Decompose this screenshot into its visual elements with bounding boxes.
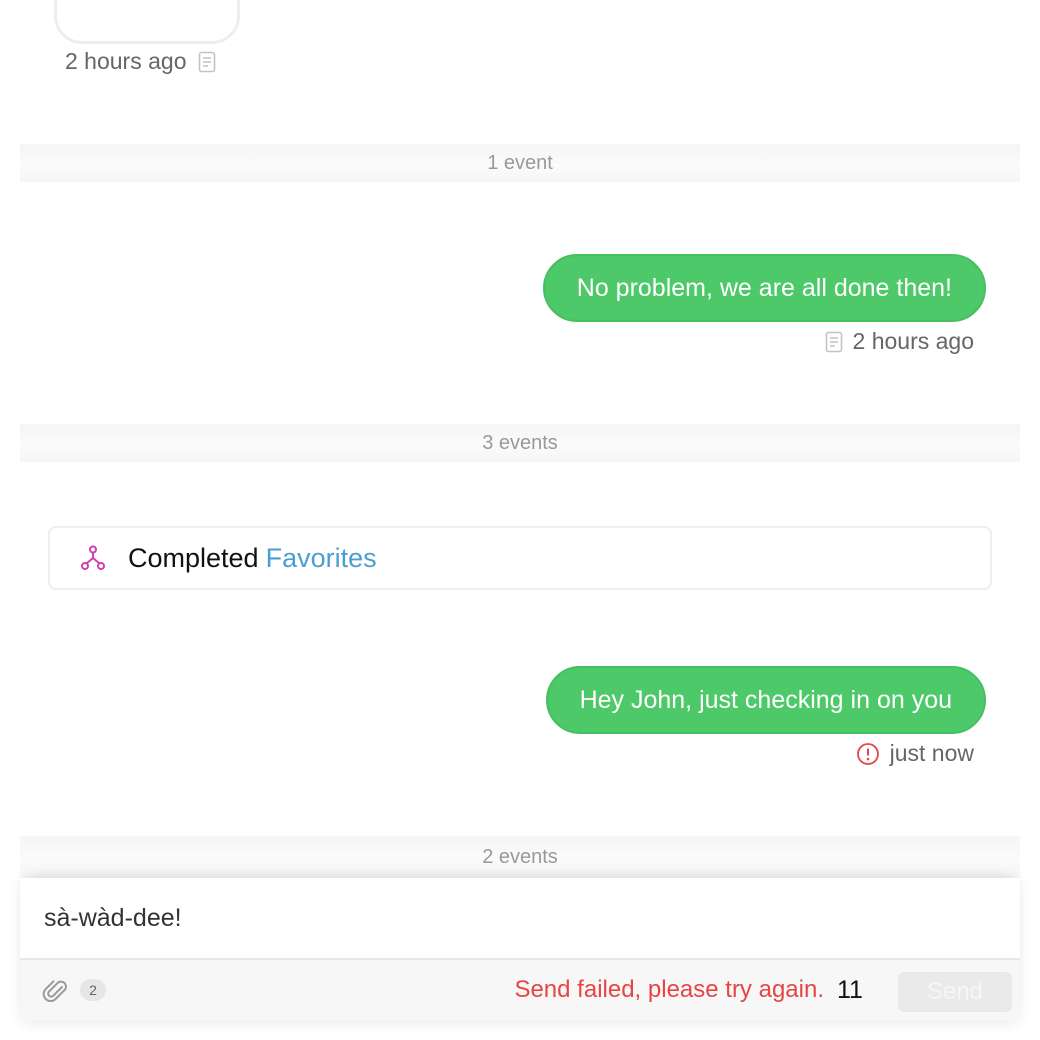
send-error-message: Send failed, please try again.	[514, 976, 824, 1003]
event-count-label: 3 events	[482, 431, 558, 454]
event-count-band[interactable]: 3 events	[20, 424, 1020, 462]
event-status-text: Completed	[128, 542, 259, 573]
message-meta: 2 hours ago	[65, 48, 218, 75]
workflow-link[interactable]: Favorites	[266, 543, 377, 574]
workflow-icon	[80, 545, 106, 571]
attachment-count-badge: 2	[80, 979, 106, 1001]
error-icon[interactable]	[856, 742, 880, 766]
document-icon[interactable]	[823, 331, 845, 353]
document-icon[interactable]	[196, 51, 218, 73]
message-text: Hey John, just checking in on you	[579, 685, 952, 714]
incoming-message-bubble	[54, 0, 240, 44]
event-count-band[interactable]: 2 events	[20, 836, 1020, 878]
message-meta: 2 hours ago	[823, 328, 974, 355]
message-text: No problem, we are all done then!	[576, 273, 952, 302]
event-count-label: 2 events	[482, 845, 558, 868]
paperclip-icon[interactable]	[42, 978, 70, 1006]
message-input[interactable]	[20, 878, 1020, 958]
message-timestamp: just now	[889, 740, 974, 766]
message-composer: 2 Send failed, please try again. 11 Send	[20, 878, 1020, 1020]
composer-toolbar: 2 Send failed, please try again. 11 Send	[20, 958, 1020, 1020]
workflow-event-card: Completed Favorites	[48, 526, 992, 590]
send-button[interactable]: Send	[898, 972, 1012, 1012]
message-meta: just now	[856, 740, 974, 767]
outgoing-message-bubble: No problem, we are all done then!	[542, 254, 986, 322]
outgoing-message-bubble: Hey John, just checking in on you	[545, 666, 986, 734]
event-count-band[interactable]: 1 event	[20, 144, 1020, 182]
message-timestamp: 2 hours ago	[852, 328, 974, 354]
character-count: 11	[837, 976, 863, 1004]
message-timestamp: 2 hours ago	[65, 48, 187, 74]
event-count-label: 1 event	[487, 151, 553, 174]
